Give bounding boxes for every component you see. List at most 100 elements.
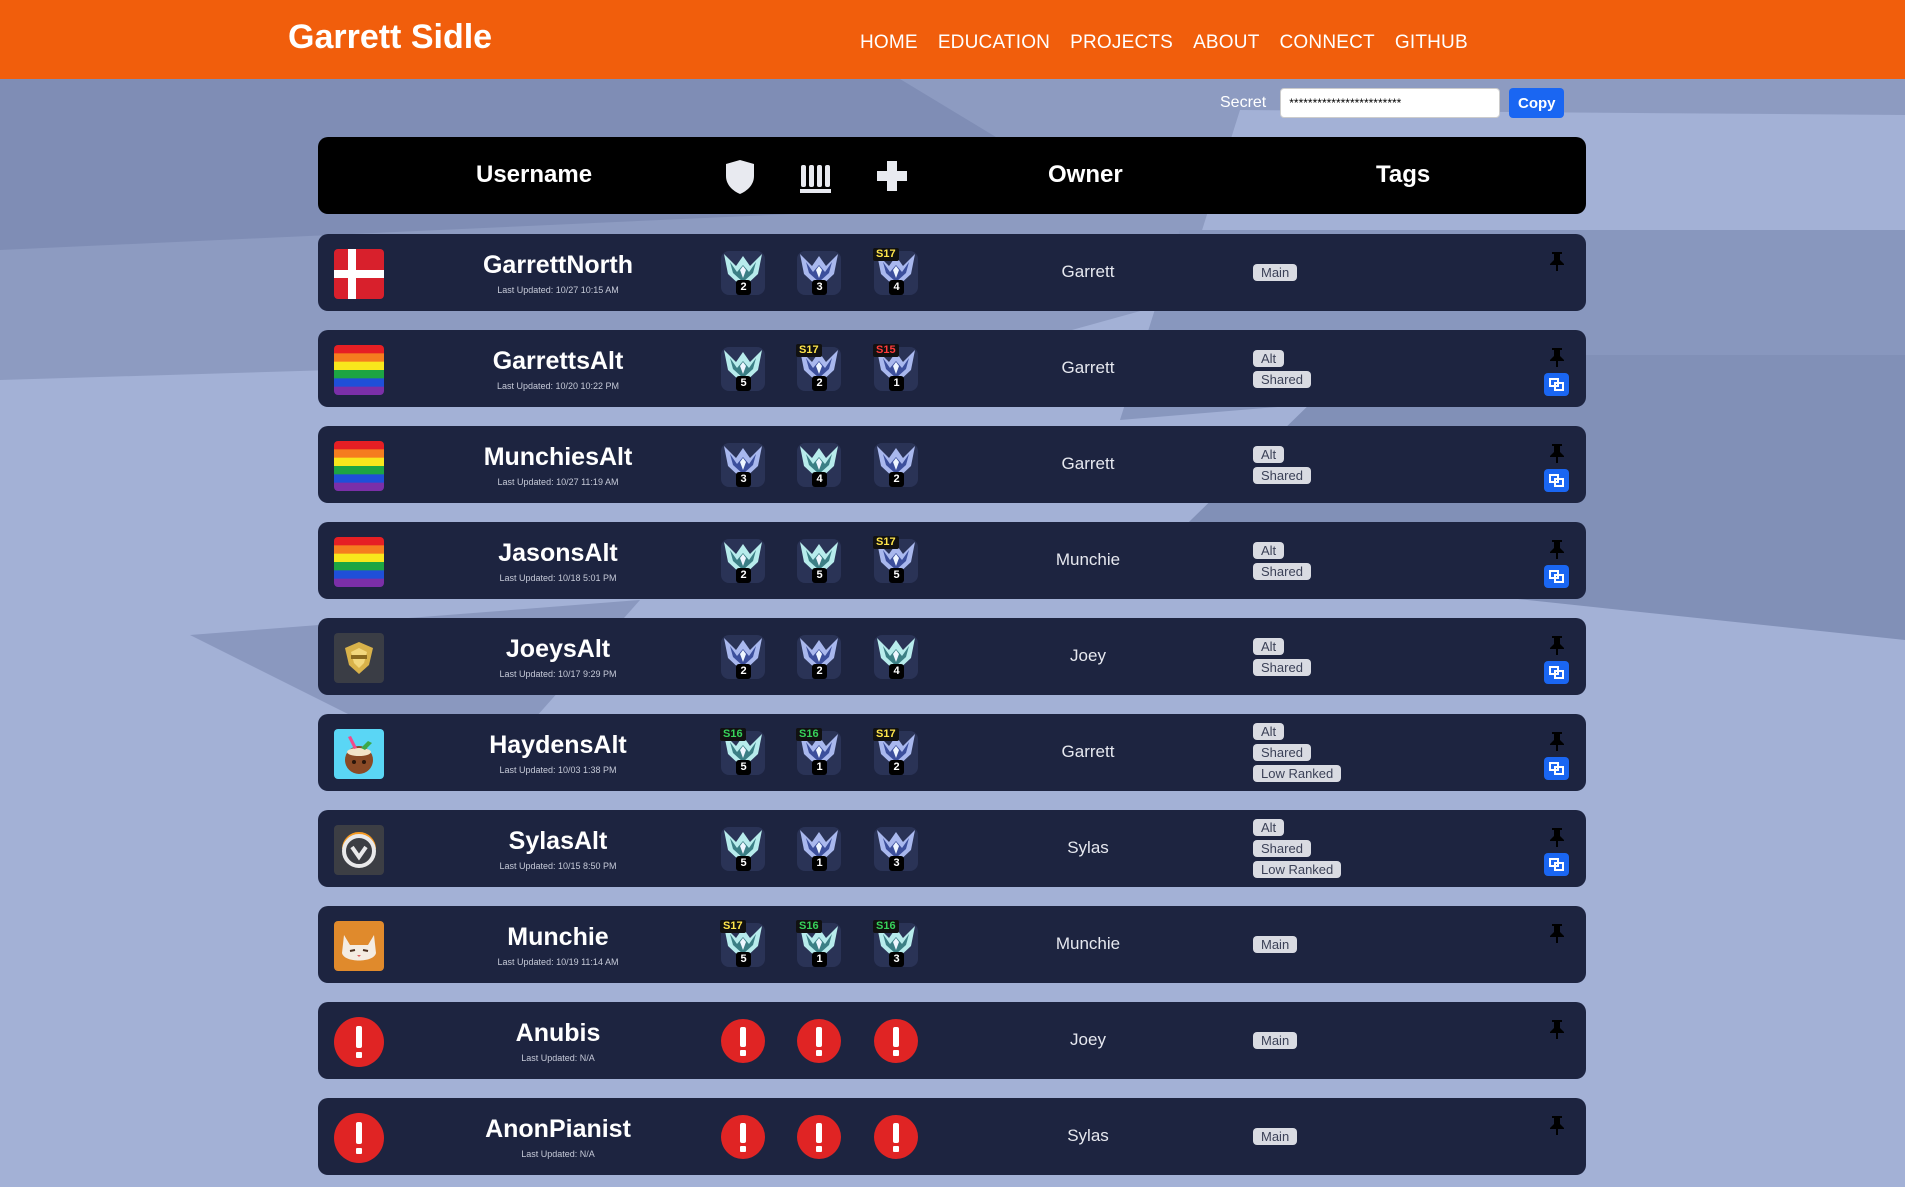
copy-link-icon[interactable]	[1544, 373, 1569, 396]
username[interactable]: AnonPianist	[438, 1115, 678, 1144]
username[interactable]: SylasAlt	[438, 827, 678, 856]
pin-icon[interactable]	[1548, 635, 1566, 660]
table-row[interactable]: AnonPianist Last Updated: N/A Sylas Main	[318, 1098, 1586, 1175]
pin-icon[interactable]	[1548, 251, 1566, 276]
copy-button[interactable]: Copy	[1509, 88, 1565, 118]
username[interactable]: Anubis	[438, 1019, 678, 1048]
table-row[interactable]: SylasAlt Last Updated: 10/15 8:50 PM 5 1 3 Sy…	[318, 810, 1586, 887]
copy-link-icon[interactable]	[1544, 661, 1569, 684]
season-badge: S17	[873, 728, 899, 741]
brand-title[interactable]: Garrett Sidle	[288, 18, 492, 57]
tag-badge: Main	[1253, 264, 1298, 281]
pin-icon[interactable]	[1548, 443, 1566, 468]
owner-name: Joey	[1070, 1030, 1106, 1049]
tag-badge: Shared	[1253, 840, 1311, 857]
nav-home[interactable]: HOME	[860, 32, 918, 54]
copy-link-icon[interactable]	[1544, 469, 1569, 492]
rank-division: 2	[812, 664, 827, 679]
owner-name: Garrett	[1061, 262, 1115, 281]
table-row[interactable]: JoeysAlt Last Updated: 10/17 9:29 PM 2 2 4 Jo…	[318, 618, 1586, 695]
tag-badge: Alt	[1253, 723, 1285, 740]
tag-list: Alt Shared	[1253, 330, 1311, 407]
pin-icon[interactable]	[1548, 1019, 1566, 1044]
header-owner[interactable]: Owner	[1048, 161, 1123, 189]
username[interactable]: GarrettsAlt	[438, 347, 678, 376]
pin-icon[interactable]	[1548, 1115, 1566, 1140]
nav-connect[interactable]: CONNECT	[1280, 32, 1375, 54]
main-nav: HOME EDUCATION PROJECTS ABOUT CONNECT GI…	[860, 32, 1488, 54]
table-row[interactable]: JasonsAlt Last Updated: 10/18 5:01 PM 2 5 5 S…	[318, 522, 1586, 599]
table-row[interactable]: Anubis Last Updated: N/A Joey Main	[318, 1002, 1586, 1079]
nav-github[interactable]: GITHUB	[1395, 32, 1468, 54]
pin-icon[interactable]	[1548, 539, 1566, 564]
season-badge: S15	[873, 344, 899, 357]
season-badge: S16	[796, 728, 822, 741]
tag-badge: Low Ranked	[1253, 765, 1342, 782]
tag-badge: Alt	[1253, 349, 1285, 367]
cat-avatar	[334, 921, 384, 971]
support-rank-icon: 2	[871, 440, 921, 490]
header-username[interactable]: Username	[476, 161, 592, 189]
secret-label: Secret	[1220, 94, 1267, 111]
support-rank-icon: 4	[871, 632, 921, 682]
table-row[interactable]: Munchie Last Updated: 10/19 11:14 AM 5 S17 1…	[318, 906, 1586, 983]
owner-name: Munchie	[1055, 550, 1121, 569]
copy-link-icon[interactable]	[1544, 853, 1569, 876]
support-rank-icon	[871, 1112, 921, 1162]
nav-education[interactable]: EDUCATION	[938, 32, 1050, 54]
table-row[interactable]: GarrettsAlt Last Updated: 10/20 10:22 PM 5…	[318, 330, 1586, 407]
season-badge: S16	[720, 728, 746, 741]
tag-badge: Alt	[1253, 445, 1285, 463]
pin-icon[interactable]	[1548, 923, 1566, 948]
rank-division: 2	[736, 664, 751, 679]
last-updated: Last Updated: 10/03 1:38 PM	[499, 765, 617, 775]
tag-badge: Shared	[1253, 744, 1311, 761]
rank-division: 2	[889, 472, 904, 487]
nav-about[interactable]: ABOUT	[1193, 32, 1259, 54]
tank-rank-icon	[718, 1016, 768, 1066]
rank-division: 1	[812, 952, 827, 967]
rank-division: 3	[736, 472, 751, 487]
username[interactable]: MunchiesAlt	[438, 443, 678, 472]
owner-name: Garrett	[1061, 454, 1115, 473]
copy-link-icon[interactable]	[1544, 565, 1569, 588]
username[interactable]: JasonsAlt	[438, 539, 678, 568]
tank-rank-icon: 2	[718, 536, 768, 586]
last-updated: Last Updated: 10/17 9:29 PM	[499, 669, 617, 679]
copy-link-icon[interactable]	[1544, 757, 1569, 780]
table-row[interactable]: HaydensAlt Last Updated: 10/03 1:38 PM 5 S1…	[318, 714, 1586, 791]
support-rank-icon: 3 S16	[871, 920, 921, 970]
rank-division: 4	[812, 472, 827, 487]
tank-rank-icon: 5	[718, 824, 768, 874]
tank-rank-icon: 5	[718, 344, 768, 394]
pin-icon[interactable]	[1548, 347, 1566, 372]
tag-badge: Main	[1253, 936, 1298, 953]
pin-icon[interactable]	[1548, 731, 1566, 756]
table-row[interactable]: GarrettNorth Last Updated: 10/27 10:15 AM…	[318, 234, 1586, 311]
rank-division: 5	[736, 856, 751, 871]
damage-rank-icon: 1 S16	[794, 728, 844, 778]
secret-input[interactable]	[1280, 88, 1501, 118]
rank-division: 5	[736, 760, 751, 775]
rank-division: 4	[889, 664, 904, 679]
header-tags[interactable]: Tags	[1376, 161, 1430, 189]
damage-rank-icon: 1	[794, 824, 844, 874]
username[interactable]: Munchie	[438, 923, 678, 952]
tag-badge: Shared	[1253, 562, 1311, 580]
season-badge: S17	[796, 344, 822, 357]
pin-icon[interactable]	[1548, 827, 1566, 852]
table-row[interactable]: MunchiesAlt Last Updated: 10/27 11:19 AM 3…	[318, 426, 1586, 503]
gold-emblem-avatar	[334, 633, 384, 683]
username[interactable]: HaydensAlt	[438, 731, 678, 760]
owner-name: Garrett	[1061, 742, 1115, 761]
tag-badge: Low Ranked	[1253, 861, 1342, 878]
tag-list: Alt Shared	[1253, 426, 1311, 503]
table-header: Username Owner Tags	[318, 137, 1586, 214]
tag-badge: Main	[1253, 1032, 1298, 1049]
nav-projects[interactable]: PROJECTS	[1070, 32, 1173, 54]
username[interactable]: GarrettNorth	[438, 251, 678, 280]
support-rank-icon: 2 S17	[871, 728, 921, 778]
last-updated: Last Updated: 10/20 10:22 PM	[496, 381, 620, 391]
damage-rank-icon: 2 S17	[794, 344, 844, 394]
username[interactable]: JoeysAlt	[438, 635, 678, 664]
